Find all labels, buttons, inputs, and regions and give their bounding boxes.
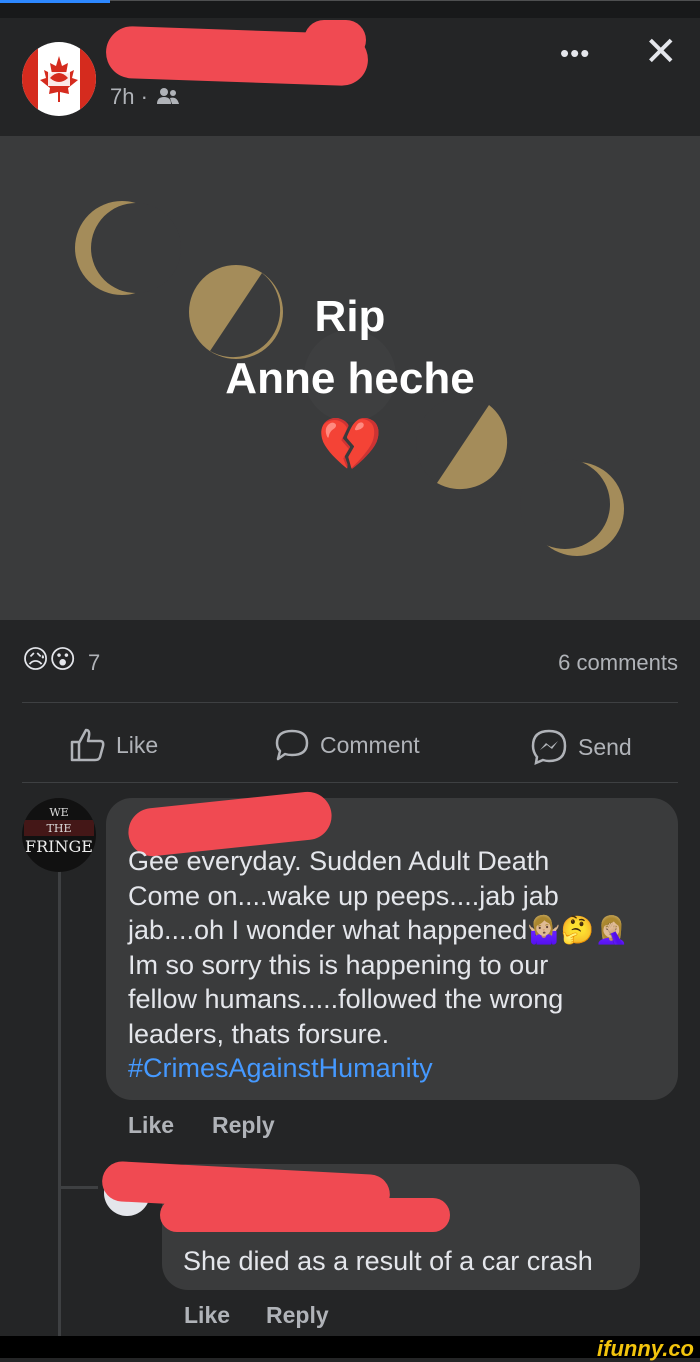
like-button[interactable]: Like [70, 728, 158, 762]
svg-text:WE: WE [49, 806, 68, 819]
comment-bubble-icon [275, 729, 309, 761]
comment-line: Im so sorry this is happening to our [128, 949, 549, 980]
like-label: Like [116, 731, 159, 758]
friends-icon [157, 88, 180, 104]
comment-label: Comment [320, 731, 420, 758]
close-icon[interactable]: ✕ [644, 32, 678, 72]
comments-count[interactable]: 6 comments [558, 650, 678, 676]
broken-heart-icon: 💔 [317, 416, 383, 474]
thread-line [58, 870, 61, 1336]
divider [22, 782, 678, 783]
comment-line: jab....oh I wonder what happened🤷🏼‍♀️🤔🤦🏼… [128, 915, 629, 945]
comment-line: leaders, thats forsure. [128, 1018, 390, 1049]
comment-like-button[interactable]: Like [128, 1112, 174, 1139]
messenger-icon [531, 729, 567, 766]
top-progress-bar [0, 0, 700, 18]
page-avatar[interactable] [22, 42, 96, 116]
post-time-text: 7h · [110, 84, 148, 109]
redacted-tag [160, 1198, 450, 1232]
send-label: Send [578, 733, 632, 760]
reply-like-button[interactable]: Like [184, 1302, 230, 1329]
reply-text: She died as a result of a car crash [183, 1246, 593, 1276]
ifunny-watermark: ifunny.co [597, 1336, 694, 1361]
reaction-icons[interactable]: 😥😮 [22, 644, 76, 675]
comment-line: fellow humans.....followed the wrong [128, 984, 564, 1014]
divider [22, 702, 678, 703]
post-title-line1: Rip [314, 292, 386, 341]
send-button[interactable]: Send [530, 728, 632, 766]
svg-text:FRINGE: FRINGE [25, 837, 93, 856]
watermark-bar [0, 1336, 700, 1358]
canada-maple-leaf-icon [22, 42, 96, 116]
thumbs-up-icon [70, 728, 105, 762]
thread-branch [58, 1186, 98, 1189]
comment-line: Come on....wake up peeps....jab jab [128, 880, 559, 911]
comment-line: Gee everyday. Sudden Adult Death [128, 846, 550, 876]
we-the-fringe-logo-icon: WE THE FRINGE [24, 806, 94, 856]
comment-reply-button[interactable]: Reply [212, 1112, 275, 1139]
comment-button[interactable]: Comment [274, 728, 420, 762]
commenter-avatar[interactable]: WE THE FRINGE [22, 798, 96, 872]
comment-text: Gee everyday. Sudden Adult Death Come on… [128, 844, 628, 1086]
more-dots-icon[interactable]: ••• [560, 38, 590, 69]
hashtag-link[interactable]: #CrimesAgainstHumanity [128, 1051, 628, 1086]
reply-reply-button[interactable]: Reply [266, 1302, 329, 1329]
post-time: 7h · [110, 84, 180, 110]
svg-text:THE: THE [47, 822, 72, 835]
post-title-line2: Anne heche [225, 354, 475, 403]
reaction-count[interactable]: 7 [88, 650, 100, 676]
redacted-page-name-tail [304, 20, 366, 60]
